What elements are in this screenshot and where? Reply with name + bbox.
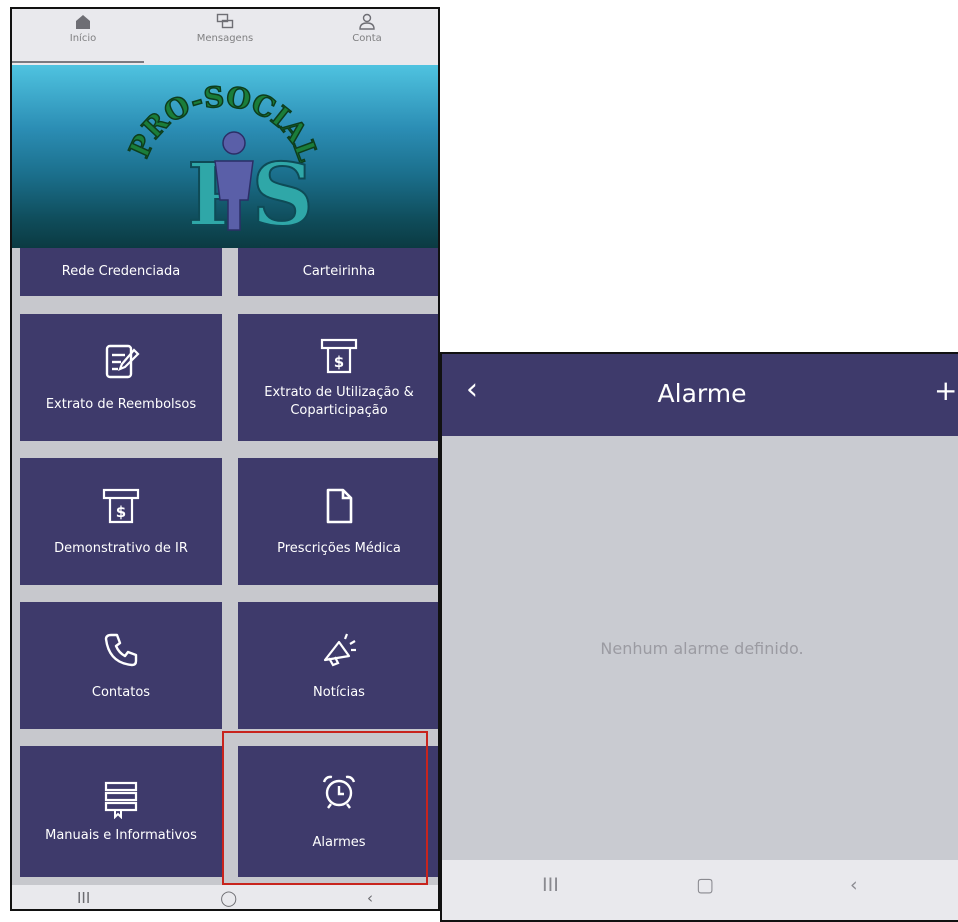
tile-noticias[interactable]: Notícias xyxy=(238,602,438,729)
back-button[interactable]: ‹ xyxy=(367,889,373,907)
tile-label: Extrato de Reembolsos xyxy=(45,396,197,412)
home-button[interactable]: ▢ xyxy=(696,874,714,896)
tile-label: Manuais e Informativos xyxy=(45,827,197,843)
back-button[interactable]: ‹ xyxy=(850,874,858,896)
tab-inicio-label: Início xyxy=(69,33,97,44)
file-icon xyxy=(326,488,353,524)
tab-mensagens[interactable]: Mensagens xyxy=(154,9,296,65)
home-button[interactable]: ◯ xyxy=(220,889,237,907)
tab-conta-label: Conta xyxy=(352,33,382,44)
tile-label: Extrato de Utilização & Coparticipação xyxy=(264,384,414,418)
phone-icon xyxy=(104,633,138,666)
recents-button[interactable]: III xyxy=(542,874,559,896)
logo-letters: PS xyxy=(187,145,314,246)
tile-demonstrativo-ir[interactable]: $ Demonstrativo de IR xyxy=(20,458,222,585)
recents-button[interactable]: III xyxy=(77,889,90,907)
books-icon xyxy=(104,781,138,819)
tile-label: Carteirinha xyxy=(302,264,376,280)
empty-state-message: Nenhum alarme definido. xyxy=(600,639,804,658)
tile-label: Prescrições Médica xyxy=(277,540,401,556)
alarm-header: ‹ Alarme + xyxy=(442,354,958,436)
tile-manuais-informativos[interactable]: Manuais e Informativos xyxy=(20,746,222,877)
add-alarm-button[interactable]: + xyxy=(934,374,957,407)
tile-contatos[interactable]: Contatos xyxy=(20,602,222,729)
top-nav-bar: Início Mensagens Conta xyxy=(12,9,438,65)
user-icon xyxy=(359,13,375,30)
system-nav-bar: III ▢ ‹ xyxy=(442,860,958,920)
atm-receipt-icon: $ xyxy=(102,488,140,523)
tile-rede-credenciada[interactable]: Rede Credenciada xyxy=(20,248,222,296)
page-title: Alarme xyxy=(657,379,747,408)
edit-document-icon xyxy=(105,344,140,378)
right-phone-screen: ‹ Alarme + Nenhum alarme definido. III ▢… xyxy=(440,352,958,922)
megaphone-icon xyxy=(323,633,356,667)
tile-extrato-reembolsos[interactable]: Extrato de Reembolsos xyxy=(20,314,222,441)
tab-inicio[interactable]: Início xyxy=(12,9,154,65)
tab-mensagens-label: Mensagens xyxy=(196,33,254,44)
atm-receipt-icon: $ xyxy=(320,338,358,374)
pro-social-logo: PRO-SOCIAL PS xyxy=(122,79,326,247)
svg-text:$: $ xyxy=(116,503,126,521)
svg-text:$: $ xyxy=(334,353,344,371)
tile-extrato-utilizacao[interactable]: $ Extrato de Utilização & Coparticipação xyxy=(238,314,438,441)
tile-label: Demonstrativo de IR xyxy=(54,540,188,556)
system-nav-bar: III ◯ ‹ xyxy=(12,885,438,909)
tile-label: Contatos xyxy=(91,684,151,700)
chat-icon xyxy=(216,13,234,29)
tab-conta[interactable]: Conta xyxy=(296,9,438,65)
tile-label: Rede Credenciada xyxy=(61,264,181,280)
highlight-box xyxy=(222,731,428,885)
banner-logo: PRO-SOCIAL PS xyxy=(12,65,438,248)
tile-label: Notícias xyxy=(313,684,365,700)
home-icon xyxy=(76,15,90,29)
tile-prescricoes-medica[interactable]: Prescrições Médica xyxy=(238,458,438,585)
tile-carteirinha[interactable]: Carteirinha xyxy=(238,248,438,296)
